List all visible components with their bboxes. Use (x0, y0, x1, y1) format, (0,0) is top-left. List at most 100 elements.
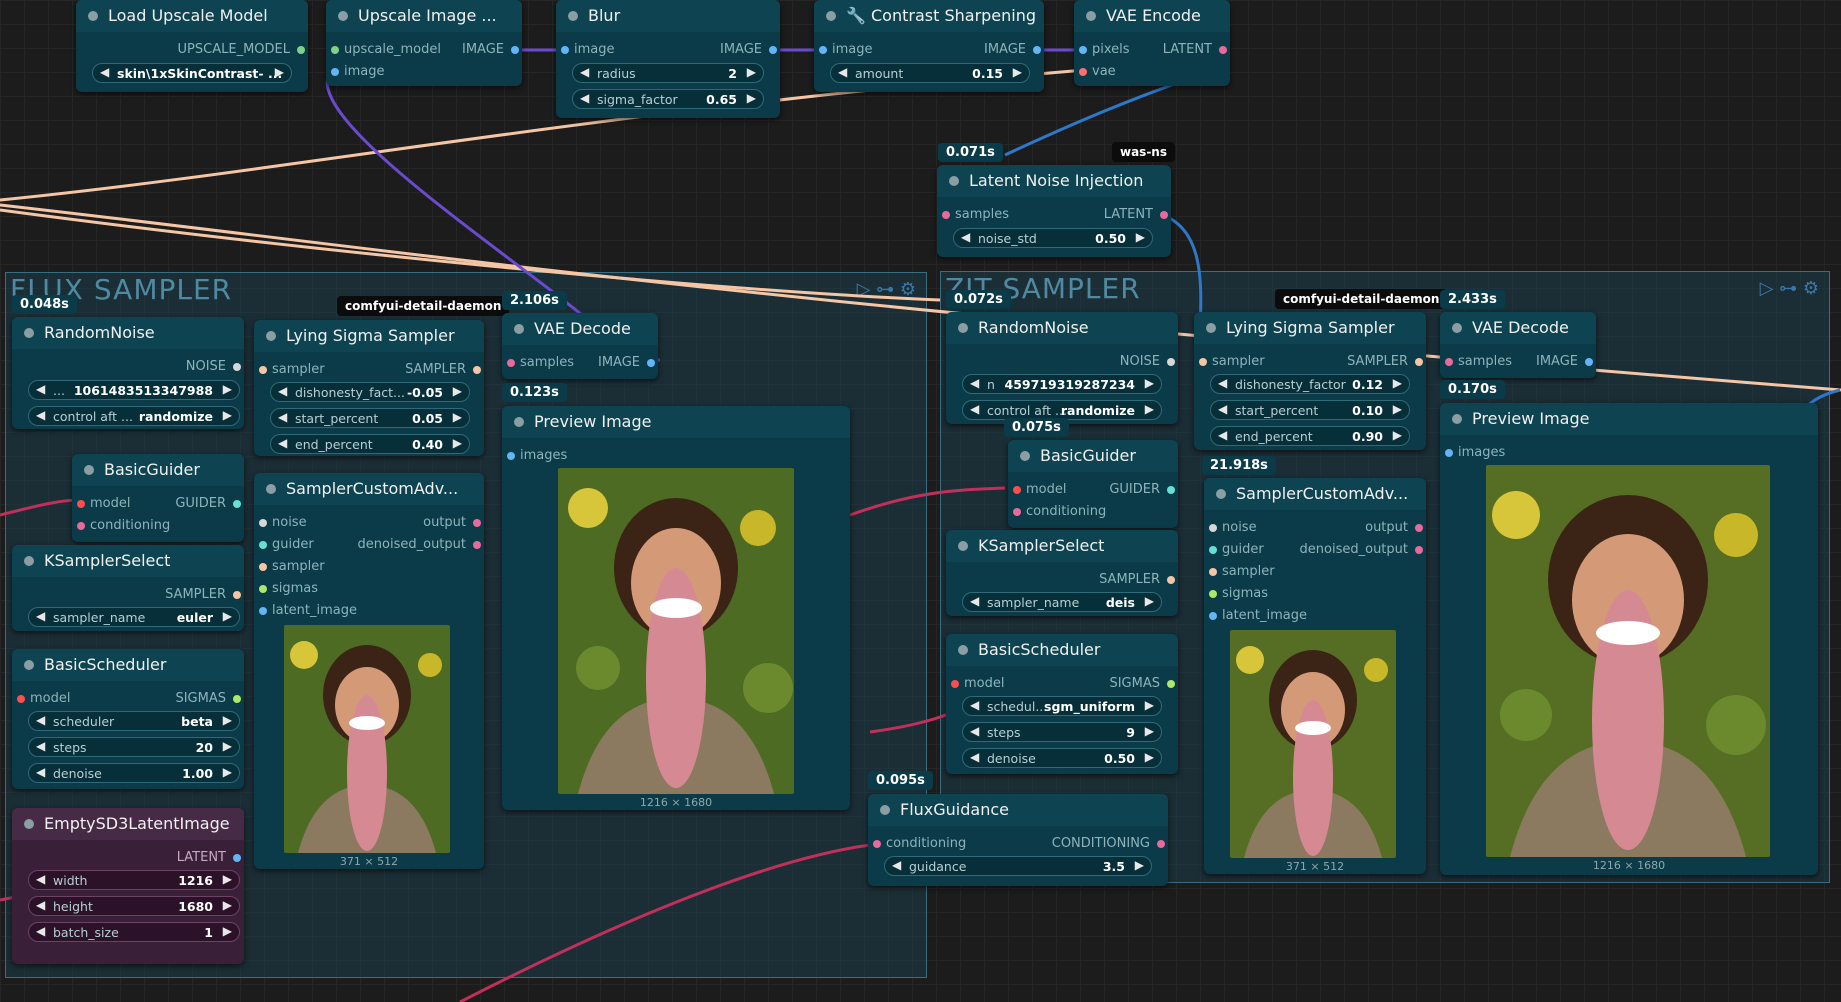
collapse-dot-icon[interactable] (24, 328, 34, 338)
arrow-left-icon[interactable]: ◀ (892, 858, 901, 872)
amount-widget[interactable]: ◀ amount 0.15 ▶ (830, 63, 1030, 83)
arrow-right-icon[interactable]: ▶ (223, 872, 232, 886)
arrow-left-icon[interactable]: ◀ (36, 382, 45, 396)
arrow-left-icon[interactable]: ◀ (970, 402, 979, 416)
arrow-left-icon[interactable]: ◀ (36, 898, 45, 912)
collapse-dot-icon[interactable] (514, 417, 524, 427)
collapse-dot-icon[interactable] (24, 660, 34, 670)
start-percent-widget[interactable]: ◀ start_percent 0.10 ▶ (1210, 400, 1410, 420)
output-socket[interactable] (297, 46, 305, 54)
arrow-right-icon[interactable]: ▶ (1145, 724, 1154, 738)
input-socket[interactable] (507, 452, 515, 460)
input-socket[interactable] (1199, 358, 1207, 366)
arrow-right-icon[interactable]: ▶ (747, 91, 756, 105)
arrow-left-icon[interactable]: ◀ (100, 65, 109, 79)
arrow-left-icon[interactable]: ◀ (36, 872, 45, 886)
input-socket[interactable] (259, 563, 267, 571)
arrow-left-icon[interactable]: ◀ (838, 65, 847, 79)
arrow-left-icon[interactable]: ◀ (970, 594, 979, 608)
preview-image[interactable] (1230, 630, 1396, 858)
input-socket[interactable] (1445, 358, 1453, 366)
output-socket[interactable] (1585, 358, 1593, 366)
guidance-widget[interactable]: ◀ guidance 3.5 ▶ (884, 856, 1152, 876)
arrow-right-icon[interactable]: ▶ (223, 924, 232, 938)
node-flux-random-noise[interactable]: RandomNoise NOISE ◀ ... 1061483513347988… (12, 317, 244, 429)
output-socket[interactable] (233, 854, 241, 862)
node-contrast-sharpening[interactable]: 🔧 Contrast Sharpening image IMAGE ◀ amou… (814, 0, 1044, 92)
arrow-left-icon[interactable]: ◀ (278, 384, 287, 398)
collapse-dot-icon[interactable] (958, 323, 968, 333)
arrow-right-icon[interactable]: ▶ (275, 65, 284, 79)
node-flux-guidance[interactable]: FluxGuidance conditioning CONDITIONING ◀… (868, 794, 1168, 886)
scheduler-widget[interactable]: ◀ scheduler beta ▶ (28, 711, 240, 731)
node-zit-ksampler-select[interactable]: KSamplerSelect SAMPLER ◀ sampler_name de… (946, 530, 1178, 616)
collapse-dot-icon[interactable] (266, 484, 276, 494)
sampler-name-widget[interactable]: ◀ sampler_name deis ▶ (962, 592, 1162, 612)
arrow-right-icon[interactable]: ▶ (1135, 858, 1144, 872)
radius-widget[interactable]: ◀ radius 2 ▶ (572, 63, 764, 83)
arrow-right-icon[interactable]: ▶ (223, 609, 232, 623)
input-socket[interactable] (1209, 612, 1217, 620)
dishonesty-factor-widget[interactable]: ◀ dishonesty_factor 0.12 ▶ (1210, 374, 1410, 394)
input-socket[interactable] (259, 541, 267, 549)
dishonesty-factor-widget[interactable]: ◀ dishonesty_fact... -0.05 ▶ (270, 382, 470, 402)
input-socket[interactable] (1013, 508, 1021, 516)
input-socket[interactable] (1079, 46, 1087, 54)
node-flux-sampler-custom-advanced[interactable]: SamplerCustomAdv... noise output guider … (254, 473, 484, 869)
output-socket[interactable] (1157, 840, 1165, 848)
arrow-right-icon[interactable]: ▶ (223, 765, 232, 779)
arrow-right-icon[interactable]: ▶ (1145, 376, 1154, 390)
output-socket[interactable] (233, 500, 241, 508)
arrow-right-icon[interactable]: ▶ (223, 898, 232, 912)
input-socket[interactable] (331, 46, 339, 54)
width-widget[interactable]: ◀ width 1216 ▶ (28, 870, 240, 890)
input-socket[interactable] (951, 680, 959, 688)
node-zit-random-noise[interactable]: RandomNoise NOISE ◀ n 459719319287234 ▶ … (946, 312, 1178, 424)
steps-widget[interactable]: ◀ steps 9 ▶ (962, 722, 1162, 742)
arrow-right-icon[interactable]: ▶ (1145, 698, 1154, 712)
preview-image[interactable] (558, 468, 794, 794)
node-flux-ksampler-select[interactable]: KSamplerSelect SAMPLER ◀ sampler_name eu… (12, 545, 244, 631)
arrow-left-icon[interactable]: ◀ (970, 750, 979, 764)
node-empty-sd3-latent-image[interactable]: EmptySD3LatentImage LATENT ◀ width 1216 … (12, 808, 244, 964)
arrow-right-icon[interactable]: ▶ (747, 65, 756, 79)
collapse-dot-icon[interactable] (514, 324, 524, 334)
input-socket[interactable] (77, 500, 85, 508)
arrow-left-icon[interactable]: ◀ (970, 376, 979, 390)
collapse-dot-icon[interactable] (1216, 489, 1226, 499)
arrow-right-icon[interactable]: ▶ (223, 739, 232, 753)
input-socket[interactable] (331, 68, 339, 76)
preview-image[interactable] (1486, 465, 1770, 857)
node-flux-preview-image[interactable]: Preview Image images 1216 × 1680 (502, 406, 850, 810)
output-socket[interactable] (511, 46, 519, 54)
node-zit-basic-guider[interactable]: BasicGuider model GUIDER conditioning (1008, 440, 1178, 528)
height-widget[interactable]: ◀ height 1680 ▶ (28, 896, 240, 916)
arrow-left-icon[interactable]: ◀ (36, 609, 45, 623)
arrow-right-icon[interactable]: ▶ (1145, 750, 1154, 764)
input-socket[interactable] (507, 359, 515, 367)
arrow-left-icon[interactable]: ◀ (961, 230, 970, 244)
input-socket[interactable] (259, 607, 267, 615)
arrow-right-icon[interactable]: ▶ (1393, 428, 1402, 442)
input-socket[interactable] (561, 46, 569, 54)
arrow-left-icon[interactable]: ◀ (36, 739, 45, 753)
collapse-dot-icon[interactable] (84, 465, 94, 475)
collapse-dot-icon[interactable] (338, 11, 348, 21)
denoise-widget[interactable]: ◀ denoise 0.50 ▶ (962, 748, 1162, 768)
collapse-dot-icon[interactable] (1206, 323, 1216, 333)
sigma-factor-widget[interactable]: ◀ sigma_factor 0.65 ▶ (572, 89, 764, 109)
node-zit-lying-sigma-sampler[interactable]: Lying Sigma Sampler sampler SAMPLER ◀ di… (1194, 312, 1426, 450)
input-socket[interactable] (942, 211, 950, 219)
output-socket[interactable] (1415, 524, 1423, 532)
node-zit-sampler-custom-advanced[interactable]: SamplerCustomAdv... noise output guider … (1204, 478, 1426, 874)
output-socket[interactable] (473, 366, 481, 374)
arrow-right-icon[interactable]: ▶ (453, 384, 462, 398)
node-load-upscale-model[interactable]: Load Upscale Model UPSCALE_MODEL ◀ skin\… (76, 0, 308, 92)
input-socket[interactable] (1209, 524, 1217, 532)
input-socket[interactable] (259, 519, 267, 527)
input-socket[interactable] (259, 366, 267, 374)
preview-image[interactable] (284, 625, 450, 853)
arrow-left-icon[interactable]: ◀ (1218, 376, 1227, 390)
start-percent-widget[interactable]: ◀ start_percent 0.05 ▶ (270, 408, 470, 428)
output-socket[interactable] (1167, 358, 1175, 366)
